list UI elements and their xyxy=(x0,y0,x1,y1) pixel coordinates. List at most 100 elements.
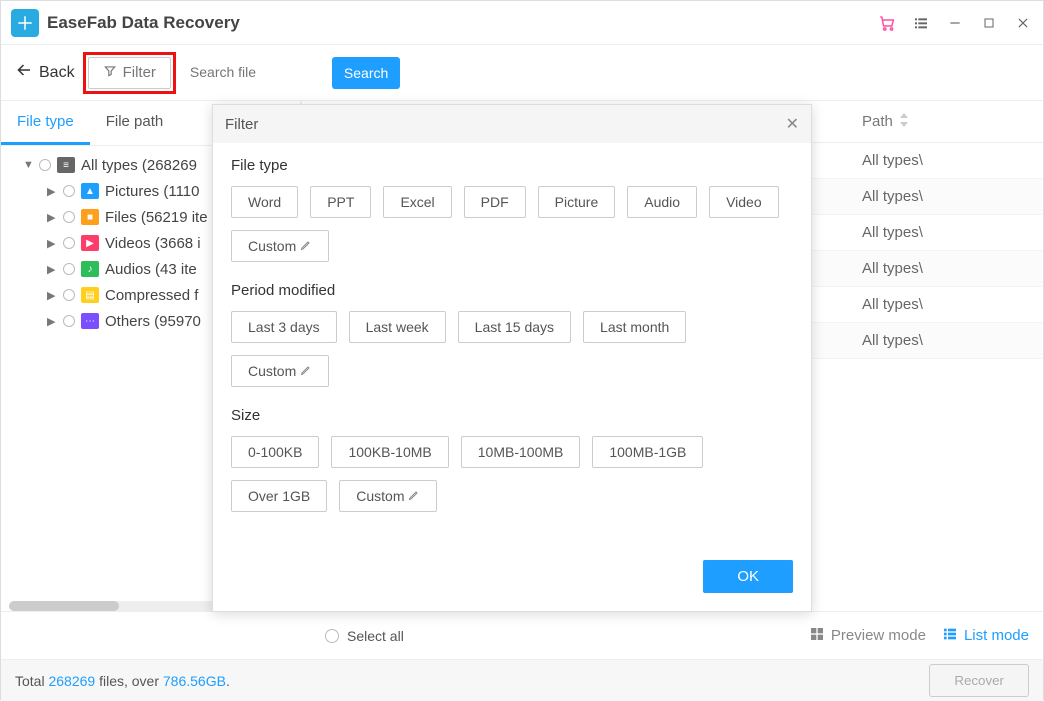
chip-10mb-100mb[interactable]: 10MB-100MB xyxy=(461,436,581,468)
tree-label: Compressed f xyxy=(105,287,198,304)
search-input[interactable] xyxy=(184,56,324,90)
menu-icon[interactable] xyxy=(911,13,931,33)
footer: Total 268269 files, over 786.56GB. Recov… xyxy=(1,659,1043,701)
chip-size-custom[interactable]: Custom xyxy=(339,480,437,512)
column-label: Path xyxy=(862,113,893,130)
file-count: 268269 xyxy=(48,673,95,689)
chip-last-week[interactable]: Last week xyxy=(349,311,446,343)
titlebar: EaseFab Data Recovery xyxy=(1,1,1043,45)
filter-dialog: Filter ✕ File type Word PPT Excel PDF Pi… xyxy=(212,104,812,612)
chip-last-3-days[interactable]: Last 3 days xyxy=(231,311,337,343)
period-chips: Last 3 days Last week Last 15 days Last … xyxy=(231,311,793,387)
chip-excel[interactable]: Excel xyxy=(383,186,451,218)
back-label: Back xyxy=(39,64,75,82)
pencil-icon xyxy=(408,488,420,504)
pencil-icon xyxy=(300,363,312,379)
section-period-title: Period modified xyxy=(231,282,793,299)
chip-picture[interactable]: Picture xyxy=(538,186,616,218)
chevron-right-icon: ▶ xyxy=(47,185,57,198)
dialog-header: Filter ✕ xyxy=(213,105,811,143)
pencil-icon xyxy=(300,238,312,254)
tree-label: Pictures (1110 xyxy=(105,183,200,200)
chip-100mb-1gb[interactable]: 100MB-1GB xyxy=(592,436,703,468)
type-icon: ♪ xyxy=(81,261,99,277)
tree-radio[interactable] xyxy=(63,211,75,223)
chip-period-custom[interactable]: Custom xyxy=(231,355,329,387)
chip-pdf[interactable]: PDF xyxy=(464,186,526,218)
tree-radio[interactable] xyxy=(63,315,75,327)
type-icon: ≡ xyxy=(57,157,75,173)
chip-100kb-10mb[interactable]: 100KB-10MB xyxy=(331,436,448,468)
scrollbar-thumb[interactable] xyxy=(9,601,119,611)
ok-button[interactable]: OK xyxy=(703,560,793,593)
chevron-right-icon: ▶ xyxy=(47,211,57,224)
tree-radio[interactable] xyxy=(63,289,75,301)
toolbar: Back Filter Search xyxy=(1,45,1043,101)
list-icon xyxy=(942,626,958,646)
tree-radio[interactable] xyxy=(39,159,51,171)
filter-label: Filter xyxy=(123,64,156,81)
preview-mode-button[interactable]: Preview mode xyxy=(809,626,926,646)
chip-last-month[interactable]: Last month xyxy=(583,311,686,343)
column-path[interactable]: Path xyxy=(862,113,909,131)
type-icon: ⋯ xyxy=(81,313,99,329)
chip-over-1gb[interactable]: Over 1GB xyxy=(231,480,327,512)
section-file-type-title: File type xyxy=(231,157,793,174)
chip-video[interactable]: Video xyxy=(709,186,779,218)
preview-mode-label: Preview mode xyxy=(831,627,926,644)
footer-text: Total 268269 files, over 786.56GB. xyxy=(15,673,230,689)
back-arrow-icon xyxy=(15,61,33,84)
tree-label: Videos (3668 i xyxy=(105,235,201,252)
back-button[interactable]: Back xyxy=(15,61,75,84)
grid-icon xyxy=(809,626,825,646)
search-button[interactable]: Search xyxy=(332,57,400,89)
maximize-button[interactable] xyxy=(979,13,999,33)
tree-radio[interactable] xyxy=(63,263,75,275)
type-icon: ▤ xyxy=(81,287,99,303)
filter-button-highlight: Filter xyxy=(83,52,176,94)
chevron-down-icon: ▼ xyxy=(23,159,33,171)
close-button[interactable] xyxy=(1013,13,1033,33)
size-chips: 0-100KB 100KB-10MB 10MB-100MB 100MB-1GB … xyxy=(231,436,793,512)
filter-button[interactable]: Filter xyxy=(88,57,171,89)
bottom-toolbar: Select all Preview mode List mode xyxy=(1,611,1043,659)
type-icon: ▶ xyxy=(81,235,99,251)
chip-word[interactable]: Word xyxy=(231,186,298,218)
chip-ppt[interactable]: PPT xyxy=(310,186,371,218)
chevron-right-icon: ▶ xyxy=(47,263,57,276)
tree-label: Others (95970 xyxy=(105,313,201,330)
filter-icon xyxy=(103,64,117,82)
select-all-radio[interactable] xyxy=(325,629,339,643)
chevron-right-icon: ▶ xyxy=(47,237,57,250)
app-title: EaseFab Data Recovery xyxy=(47,13,240,33)
type-icon: ■ xyxy=(81,209,99,225)
tab-file-type[interactable]: File type xyxy=(1,101,90,145)
tree-radio[interactable] xyxy=(63,237,75,249)
chip-audio[interactable]: Audio xyxy=(627,186,697,218)
tab-file-path[interactable]: File path xyxy=(90,101,180,145)
dialog-title: Filter xyxy=(225,116,258,133)
cart-icon[interactable] xyxy=(877,13,897,33)
total-size: 786.56GB xyxy=(163,673,226,689)
minimize-button[interactable] xyxy=(945,13,965,33)
app-logo xyxy=(11,9,39,37)
select-all-label: Select all xyxy=(347,628,404,644)
chip-0-100kb[interactable]: 0-100KB xyxy=(231,436,319,468)
select-all[interactable]: Select all xyxy=(325,628,404,644)
chip-file-type-custom[interactable]: Custom xyxy=(231,230,329,262)
chevron-right-icon: ▶ xyxy=(47,289,57,302)
section-size-title: Size xyxy=(231,407,793,424)
sort-icon xyxy=(899,113,909,131)
tree-label: Files (56219 ite xyxy=(105,209,208,226)
chip-last-15-days[interactable]: Last 15 days xyxy=(458,311,571,343)
type-icon: ▲ xyxy=(81,183,99,199)
tree-label: Audios (43 ite xyxy=(105,261,197,278)
recover-button[interactable]: Recover xyxy=(929,664,1029,697)
chevron-right-icon: ▶ xyxy=(47,315,57,328)
list-mode-label: List mode xyxy=(964,627,1029,644)
list-mode-button[interactable]: List mode xyxy=(942,626,1029,646)
tree-radio[interactable] xyxy=(63,185,75,197)
file-type-chips: Word PPT Excel PDF Picture Audio Video C… xyxy=(231,186,793,262)
dialog-close-button[interactable]: ✕ xyxy=(786,114,799,134)
tree-label: All types (268269 xyxy=(81,157,197,174)
